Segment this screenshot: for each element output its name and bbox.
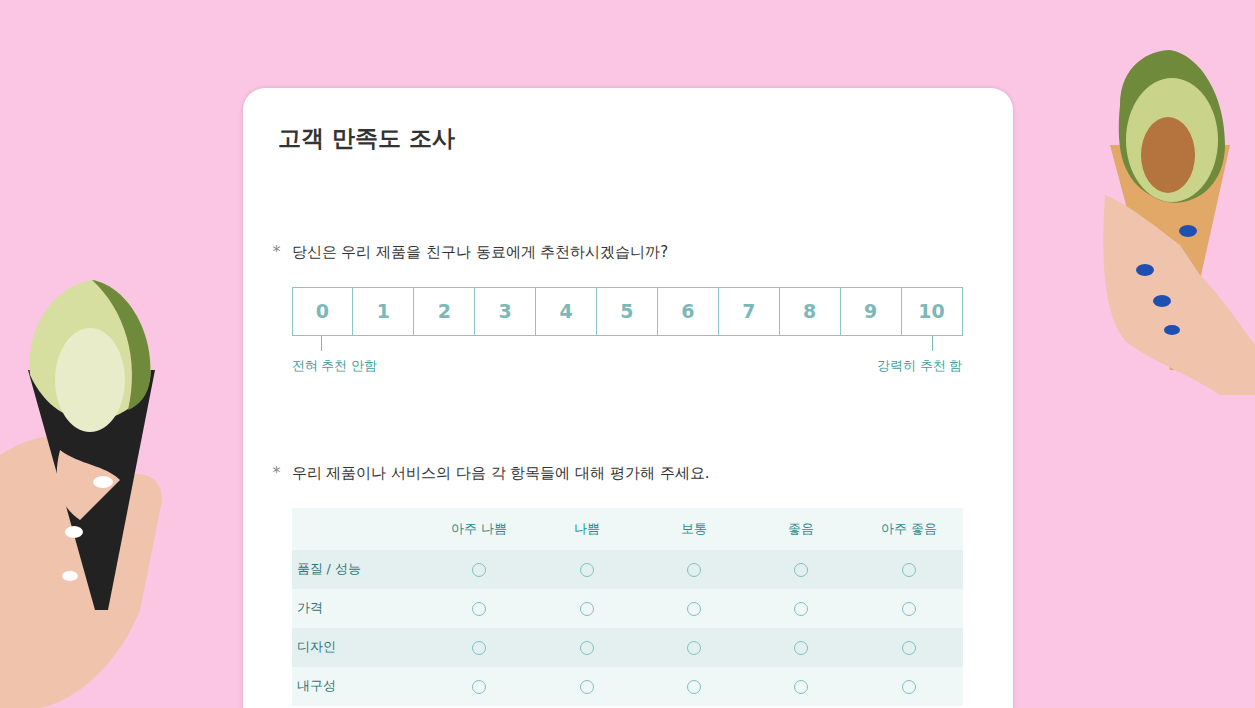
rating-matrix: 아주 나쁨나쁨보통좋음아주 좋음품질 / 성능가격디자인내구성 bbox=[292, 508, 963, 706]
row-label: 디자인 bbox=[292, 628, 426, 667]
radio-button[interactable] bbox=[794, 641, 808, 655]
matrix-cell bbox=[855, 628, 962, 667]
matrix-cell bbox=[426, 550, 533, 589]
matrix-cell bbox=[533, 550, 640, 589]
scale-option[interactable]: 2 bbox=[413, 288, 474, 335]
scale-option[interactable]: 6 bbox=[657, 288, 718, 335]
survey-title: 고객 만족도 조사 bbox=[278, 120, 963, 156]
radio-button[interactable] bbox=[902, 602, 916, 616]
question: *우리 제품이나 서비스의 다음 각 항목들에 대해 평가해 주세요. 아주 나쁨… bbox=[273, 461, 963, 706]
tick-line bbox=[932, 336, 933, 351]
matrix-cell bbox=[640, 589, 747, 628]
header-corner bbox=[292, 508, 426, 550]
matrix-cell bbox=[748, 550, 855, 589]
radio-button[interactable] bbox=[794, 680, 808, 694]
column-header: 보통 bbox=[640, 508, 747, 550]
radio-button[interactable] bbox=[687, 641, 701, 655]
matrix-cell bbox=[640, 628, 747, 667]
survey-card: 고객 만족도 조사*당신은 우리 제품을 친구나 동료에게 추천하시겠습니까?0… bbox=[243, 88, 1013, 708]
question-text: 우리 제품이나 서비스의 다음 각 항목들에 대해 평가해 주세요. bbox=[292, 461, 963, 485]
matrix-cell bbox=[855, 550, 962, 589]
column-header: 아주 나쁨 bbox=[426, 508, 533, 550]
scale-option[interactable]: 3 bbox=[474, 288, 535, 335]
radio-button[interactable] bbox=[794, 563, 808, 577]
column-header: 나쁨 bbox=[533, 508, 640, 550]
matrix-cell bbox=[426, 667, 533, 706]
column-header: 좋음 bbox=[748, 508, 855, 550]
high-label: 강력히 추천 함 bbox=[877, 357, 963, 375]
page: 고객 만족도 조사*당신은 우리 제품을 친구나 동료에게 추천하시겠습니까?0… bbox=[0, 0, 1255, 708]
low-label: 전혀 추천 안함 bbox=[292, 357, 378, 375]
radio-button[interactable] bbox=[472, 641, 486, 655]
radio-button[interactable] bbox=[687, 680, 701, 694]
scale-option[interactable]: 7 bbox=[718, 288, 779, 335]
radio-button[interactable] bbox=[472, 602, 486, 616]
radio-button[interactable] bbox=[902, 641, 916, 655]
matrix-cell bbox=[640, 550, 747, 589]
radio-button[interactable] bbox=[687, 602, 701, 616]
matrix-cell bbox=[855, 589, 962, 628]
avocado-cone-photo bbox=[0, 280, 175, 708]
question-text: 당신은 우리 제품을 친구나 동료에게 추천하시겠습니까? bbox=[292, 240, 963, 264]
required-mark: * bbox=[273, 461, 292, 706]
scale-option[interactable]: 0 bbox=[293, 288, 353, 335]
row-label: 내구성 bbox=[292, 667, 426, 706]
scale-option[interactable]: 9 bbox=[840, 288, 901, 335]
tick-line bbox=[321, 336, 322, 351]
radio-button[interactable] bbox=[472, 563, 486, 577]
column-header: 아주 좋음 bbox=[855, 508, 962, 550]
question: *당신은 우리 제품을 친구나 동료에게 추천하시겠습니까? 0123456789… bbox=[273, 240, 963, 375]
scale-option[interactable]: 8 bbox=[779, 288, 840, 335]
scale-option[interactable]: 10 bbox=[901, 288, 962, 335]
matrix-cell bbox=[533, 589, 640, 628]
scale-option[interactable]: 5 bbox=[596, 288, 657, 335]
radio-button[interactable] bbox=[580, 641, 594, 655]
matrix-cell bbox=[533, 667, 640, 706]
question-body: 우리 제품이나 서비스의 다음 각 항목들에 대해 평가해 주세요. 아주 나쁨나… bbox=[292, 461, 963, 706]
radio-button[interactable] bbox=[902, 563, 916, 577]
required-mark: * bbox=[273, 240, 292, 375]
matrix-cell bbox=[748, 589, 855, 628]
radio-button[interactable] bbox=[580, 563, 594, 577]
rating-scale: 012345678910 bbox=[292, 287, 963, 336]
matrix-cell bbox=[748, 628, 855, 667]
radio-button[interactable] bbox=[902, 680, 916, 694]
radio-button[interactable] bbox=[687, 563, 701, 577]
matrix-cell bbox=[533, 628, 640, 667]
scale-labels: 전혀 추천 안함 강력히 추천 함 bbox=[292, 336, 963, 375]
row-label: 품질 / 성능 bbox=[292, 550, 426, 589]
question-body: 당신은 우리 제품을 친구나 동료에게 추천하시겠습니까? 01234567891… bbox=[292, 240, 963, 375]
matrix-cell bbox=[426, 628, 533, 667]
avocado-cone-photo bbox=[1100, 45, 1255, 395]
matrix-cell bbox=[855, 667, 962, 706]
scale-option[interactable]: 1 bbox=[352, 288, 413, 335]
matrix-cell bbox=[426, 589, 533, 628]
radio-button[interactable] bbox=[580, 680, 594, 694]
scale-option[interactable]: 4 bbox=[535, 288, 596, 335]
radio-button[interactable] bbox=[580, 602, 594, 616]
high-end: 강력히 추천 함 bbox=[877, 336, 963, 375]
low-end: 전혀 추천 안함 bbox=[292, 336, 378, 375]
row-label: 가격 bbox=[292, 589, 426, 628]
matrix-cell bbox=[748, 667, 855, 706]
matrix-cell bbox=[640, 667, 747, 706]
radio-button[interactable] bbox=[472, 680, 486, 694]
radio-button[interactable] bbox=[794, 602, 808, 616]
